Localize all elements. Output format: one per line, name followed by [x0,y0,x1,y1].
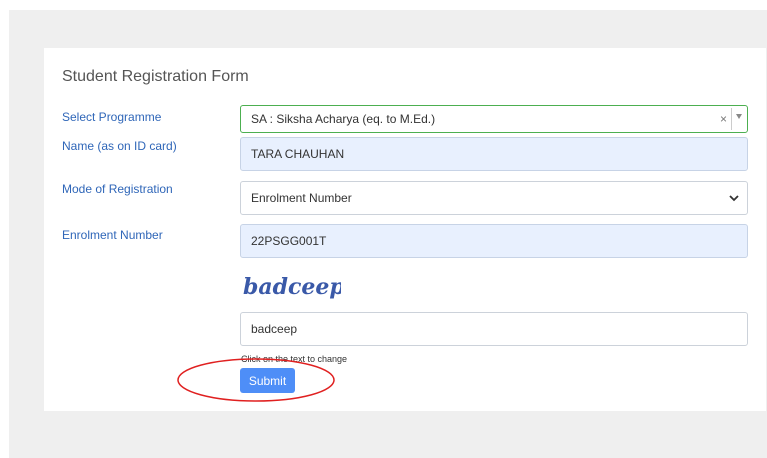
clear-icon[interactable]: × [720,112,727,126]
caret-down-icon[interactable] [736,114,742,119]
captcha-input-value: badceep [251,322,298,336]
enrolment-field[interactable]: 22PSGG001T [240,224,748,258]
submit-button[interactable]: Submit [240,368,295,393]
programme-select[interactable]: SA : Siksha Acharya (eq. to M.Ed.) × [240,105,748,133]
chevron-down-icon [729,195,739,202]
captcha-input[interactable]: badceep [240,312,748,346]
enrolment-value: 22PSGG001T [251,234,327,248]
programme-label: Select Programme [62,110,162,124]
programme-value: SA : Siksha Acharya (eq. to M.Ed.) [251,112,436,126]
captcha-text: badceep [243,274,341,300]
mode-value: Enrolment Number [251,191,352,205]
captcha-image[interactable]: badceep [241,270,341,302]
enrolment-label: Enrolment Number [62,228,163,242]
mode-select[interactable]: Enrolment Number [240,181,748,215]
mode-label: Mode of Registration [62,182,173,196]
captcha-hint: Click on the text to change [241,354,348,364]
name-value: TARA CHAUHAN [251,147,345,161]
form-title: Student Registration Form [62,68,249,85]
select-divider [731,108,732,130]
name-label: Name (as on ID card) [62,139,177,153]
name-field[interactable]: TARA CHAUHAN [240,137,748,171]
